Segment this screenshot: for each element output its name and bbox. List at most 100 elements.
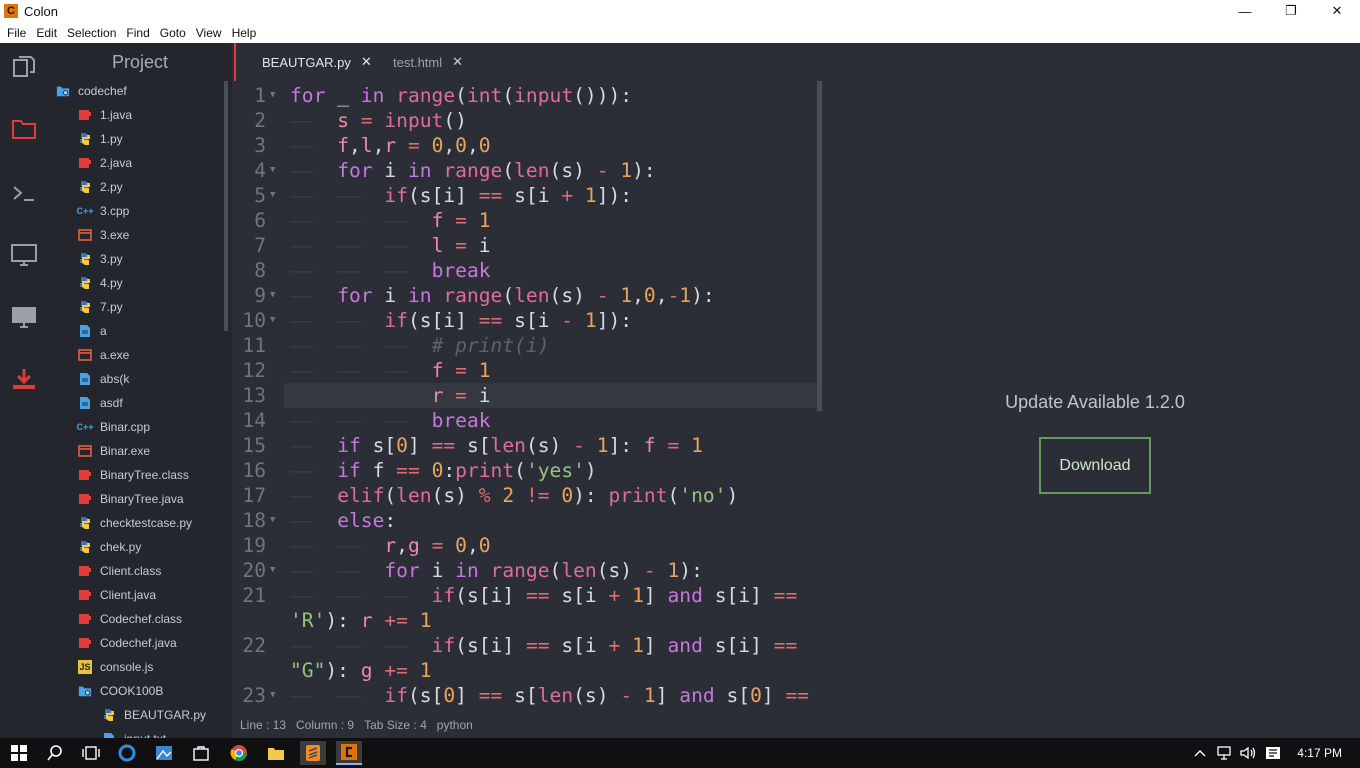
tree-file[interactable]: 2.py	[78, 175, 123, 199]
code-line[interactable]: 13 —— —— —— r = i	[232, 383, 822, 408]
tree-file[interactable]: 3.exe	[78, 223, 129, 247]
code-line[interactable]: 7 —— —— —— l = i	[232, 233, 822, 258]
fold-arrow-icon[interactable]: ▼	[270, 283, 275, 308]
tree-file[interactable]: asdf	[78, 391, 123, 415]
chrome-icon[interactable]	[226, 741, 252, 765]
status-language[interactable]: python	[437, 718, 473, 732]
menu-view[interactable]: View	[191, 26, 227, 40]
minimize-button[interactable]: —	[1222, 0, 1268, 22]
code-line[interactable]: 10 ▼ —— —— if(s[i] == s[i - 1]):	[232, 308, 822, 333]
folder-icon[interactable]	[0, 109, 48, 149]
terminal-icon[interactable]	[0, 173, 48, 213]
menu-goto[interactable]: Goto	[155, 26, 191, 40]
network-icon[interactable]	[1214, 741, 1236, 765]
copy-files-icon[interactable]	[0, 47, 48, 87]
code-line[interactable]: 8 —— —— —— break	[232, 258, 822, 283]
tree-file[interactable]: BinaryTree.java	[78, 487, 184, 511]
tree-file[interactable]: abs(k	[78, 367, 129, 391]
task-view-icon[interactable]	[78, 741, 104, 765]
tree-folder[interactable]: codechef	[56, 79, 127, 103]
tree-file[interactable]: a	[78, 319, 107, 343]
tree-file[interactable]: Codechef.java	[78, 631, 177, 655]
close-icon[interactable]: ✕	[452, 54, 463, 70]
volume-icon[interactable]	[1238, 741, 1260, 765]
code-line[interactable]: 3 —— f,l,r = 0,0,0	[232, 133, 822, 158]
maximize-button[interactable]: ❐	[1268, 0, 1314, 22]
tree-file[interactable]: chek.py	[78, 535, 141, 559]
tab-beautgar[interactable]: BEAUTGAR.py ✕	[234, 43, 372, 81]
sublime-icon[interactable]	[300, 741, 326, 765]
code-line[interactable]: 1 ▼ for _ in range(int(input())):	[232, 83, 822, 108]
start-icon[interactable]	[6, 741, 32, 765]
fold-arrow-icon[interactable]: ▼	[270, 158, 275, 183]
tree-file[interactable]: Binar.exe	[78, 439, 150, 463]
tree-file[interactable]: 4.py	[78, 271, 123, 295]
tree-file[interactable]: Client.class	[78, 559, 161, 583]
code-line[interactable]: 2 —— s = input()	[232, 108, 822, 133]
store-icon[interactable]	[188, 741, 214, 765]
photos-icon[interactable]	[151, 741, 177, 765]
edge-icon[interactable]	[114, 741, 140, 765]
monitor-icon[interactable]	[0, 235, 48, 275]
menu-help[interactable]: Help	[227, 26, 262, 40]
colon-app-icon[interactable]	[336, 741, 362, 765]
tree-file[interactable]: 3.py	[78, 247, 123, 271]
close-icon[interactable]: ✕	[361, 54, 372, 70]
code-line[interactable]: 22 —— —— —— if(s[i] == s[i + 1] and s[i] …	[232, 633, 822, 658]
code-editor[interactable]: 1 ▼ for _ in range(int(input())): 2 —— s = i…	[232, 81, 822, 711]
status-tab-size[interactable]: Tab Size : 4	[364, 718, 427, 732]
taskbar-clock[interactable]: 4:17 PM	[1297, 738, 1342, 768]
file-explorer-icon[interactable]	[263, 741, 289, 765]
notifications-icon[interactable]	[1262, 741, 1284, 765]
tree-file[interactable]: 2.java	[78, 151, 132, 175]
code-line[interactable]: 20 ▼ —— —— for i in range(len(s) - 1):	[232, 558, 822, 583]
fold-arrow-icon[interactable]: ▼	[270, 83, 275, 108]
search-icon[interactable]	[42, 741, 68, 765]
menu-selection[interactable]: Selection	[62, 26, 121, 40]
code-line[interactable]: 6 —— —— —— f = 1	[232, 208, 822, 233]
fold-arrow-icon[interactable]: ▼	[270, 183, 275, 208]
close-button[interactable]: ✕	[1314, 0, 1360, 22]
download-button[interactable]: Download	[1039, 437, 1151, 494]
tree-file[interactable]: C++ Binar.cpp	[77, 415, 151, 439]
tree-file[interactable]: input.txt	[102, 727, 166, 738]
menu-edit[interactable]: Edit	[31, 26, 62, 40]
tree-file[interactable]: checktestcase.py	[78, 511, 192, 535]
code-line[interactable]: 23 ▼ —— —— if(s[0] == s[len(s) - 1] and s[…	[232, 683, 822, 708]
tree-file[interactable]: BinaryTree.class	[78, 463, 189, 487]
code-line[interactable]: 12 —— —— —— f = 1	[232, 358, 822, 383]
code-line[interactable]: 4 ▼ —— for i in range(len(s) - 1):	[232, 158, 822, 183]
tree-file[interactable]: 1.java	[78, 103, 132, 127]
menu-find[interactable]: Find	[121, 26, 154, 40]
code-line[interactable]: 15 —— if s[0] == s[len(s) - 1]: f = 1	[232, 433, 822, 458]
code-line[interactable]: 16 —— if f == 0:print('yes')	[232, 458, 822, 483]
tab-test-html[interactable]: test.html ✕	[393, 43, 463, 81]
tree-file[interactable]: 1.py	[78, 127, 123, 151]
menu-file[interactable]: File	[2, 26, 31, 40]
download-icon[interactable]	[0, 359, 48, 399]
code-line[interactable]: 9 ▼ —— for i in range(len(s) - 1,0,-1):	[232, 283, 822, 308]
fold-arrow-icon[interactable]: ▼	[270, 558, 275, 583]
display-icon[interactable]	[0, 297, 48, 337]
tree-file[interactable]: a.exe	[78, 343, 129, 367]
code-line[interactable]: 11 —— —— —— # print(i)	[232, 333, 822, 358]
code-line[interactable]: 21 —— —— —— if(s[i] == s[i + 1] and s[i] …	[232, 583, 822, 608]
code-line[interactable]: 5 ▼ —— —— if(s[i] == s[i + 1]):	[232, 183, 822, 208]
editor-scrollbar[interactable]	[817, 81, 822, 411]
chevron-up-icon[interactable]	[1190, 741, 1210, 765]
code-line[interactable]: 17 —— elif(len(s) % 2 != 0): print('no')	[232, 483, 822, 508]
code-line[interactable]: "G"): g += 1	[232, 658, 822, 683]
code-line[interactable]: 'R'): r += 1	[232, 608, 822, 633]
tree-file[interactable]: Codechef.class	[78, 607, 182, 631]
tree-folder[interactable]: COOK100B	[78, 679, 163, 703]
fold-arrow-icon[interactable]: ▼	[270, 308, 275, 333]
fold-arrow-icon[interactable]: ▼	[270, 683, 275, 708]
code-line[interactable]: 19 —— —— r,g = 0,0	[232, 533, 822, 558]
tree-file[interactable]: BEAUTGAR.py	[102, 703, 206, 727]
tree-file[interactable]: 7.py	[78, 295, 123, 319]
code-line[interactable]: 14 —— —— —— break	[232, 408, 822, 433]
code-line[interactable]: 18 ▼ —— else:	[232, 508, 822, 533]
tree-file[interactable]: C++ 3.cpp	[77, 199, 130, 223]
fold-arrow-icon[interactable]: ▼	[270, 508, 275, 533]
sidebar-scrollbar[interactable]	[224, 81, 228, 331]
